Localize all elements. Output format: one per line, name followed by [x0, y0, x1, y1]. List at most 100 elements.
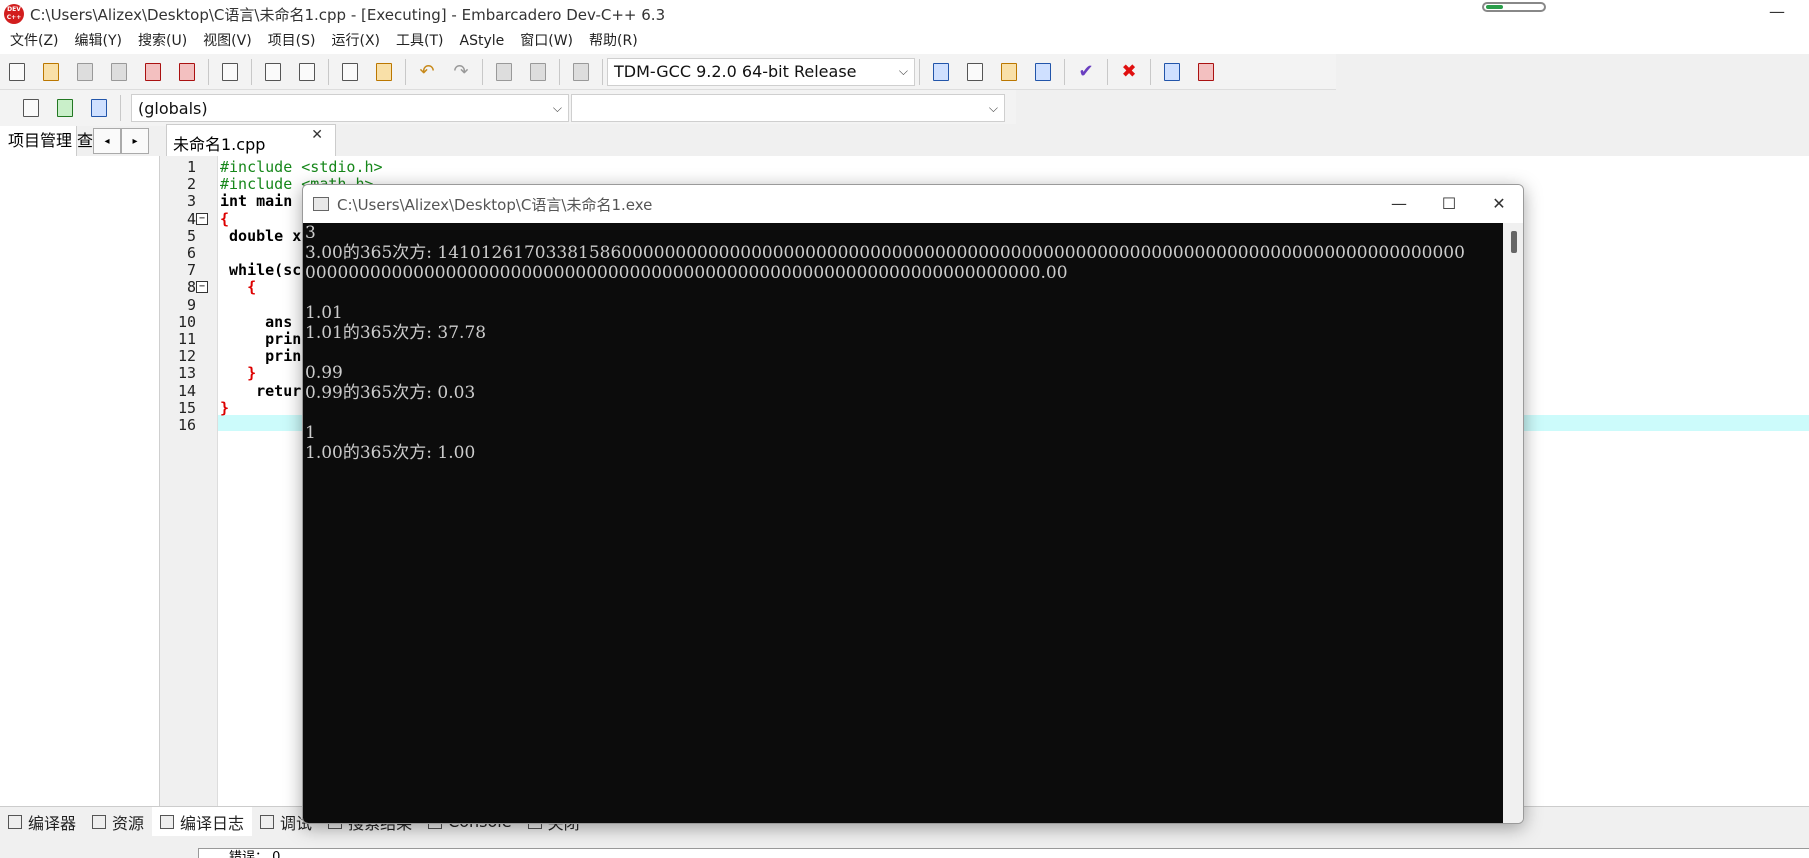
console-close-button[interactable]: ✕ [1479, 191, 1519, 217]
code-line: while(sc [220, 261, 301, 279]
tab-project-manager[interactable]: 项目管理 [0, 126, 78, 156]
console-maximize-button[interactable]: ☐ [1429, 191, 1469, 217]
line-number: 14 [177, 381, 196, 400]
new-project-icon [23, 99, 39, 117]
code-text: while(sc [220, 261, 302, 280]
chevron-down-icon: ⌵ [552, 100, 562, 115]
indent-button[interactable] [335, 57, 365, 87]
add-to-project-button[interactable] [50, 93, 80, 123]
minimize-button[interactable]: — [1762, 2, 1792, 22]
console-app-icon [313, 197, 329, 211]
compile-run-button[interactable] [994, 57, 1024, 87]
console-output-line: 0.99的365次方: 0.03 [305, 383, 476, 403]
toolbar-separator [1150, 58, 1151, 85]
back-button[interactable] [489, 57, 519, 87]
console-output-line: 1.01 [305, 303, 343, 323]
close-all-button[interactable] [172, 57, 202, 87]
tab-resources[interactable]: 资源 [84, 807, 152, 837]
run-button[interactable] [960, 57, 990, 87]
tab-compiler[interactable]: 编译器 [0, 807, 84, 837]
console-scroll-thumb[interactable] [1511, 231, 1517, 253]
chevron-down-icon: ⌵ [898, 64, 908, 78]
delete-chart-icon [1198, 62, 1214, 81]
tab-compile-log[interactable]: 编译日志 [152, 806, 253, 837]
open-file-button[interactable] [36, 57, 66, 87]
compile-icon [933, 62, 949, 81]
project-options-button[interactable] [84, 93, 114, 123]
menu-search[interactable]: 搜索(U) [130, 28, 195, 54]
stop-execution-button[interactable]: ✖ [1114, 57, 1144, 87]
menu-run[interactable]: 运行(X) [324, 28, 389, 54]
replace-button[interactable] [292, 57, 322, 87]
tab-class-view[interactable]: 查看类 [77, 126, 93, 156]
error-count: 错误： 0 [198, 848, 1809, 858]
menu-astyle[interactable]: AStyle [452, 28, 513, 54]
line-number: 10 [177, 312, 196, 331]
redo-button[interactable]: ↷ [446, 57, 476, 87]
fold-toggle-icon[interactable]: − [196, 281, 208, 294]
rebuild-all-icon [1035, 62, 1051, 81]
console-output-line: 1.00的365次方: 1.00 [305, 443, 476, 463]
back-icon [496, 62, 512, 81]
menu-tools[interactable]: 工具(T) [388, 28, 451, 54]
menu-window[interactable]: 窗口(W) [512, 28, 581, 54]
line-number: 11 [177, 330, 196, 348]
globals-select-value: (globals) [138, 98, 208, 118]
close-icon[interactable]: ✕ [311, 127, 323, 143]
line-number: 7 [186, 261, 196, 280]
bookmark-icon [573, 62, 589, 81]
print-button[interactable] [215, 57, 245, 87]
forward-button[interactable] [523, 57, 553, 87]
line-number: 1 [186, 158, 196, 176]
compiler-select[interactable]: TDM-GCC 9.2.0 64-bit Release ⌵ [607, 57, 915, 86]
menu-view[interactable]: 视图(V) [195, 28, 260, 54]
code-line: ans [220, 313, 292, 331]
code-text: double x [220, 226, 302, 245]
toolbar-separator [328, 58, 329, 85]
fold-toggle-icon[interactable]: − [196, 212, 208, 225]
menu-edit[interactable]: 编辑(Y) [67, 28, 130, 54]
project-tree-panel[interactable] [0, 156, 160, 806]
find-button[interactable] [258, 57, 288, 87]
close-file-button[interactable] [138, 57, 168, 87]
new-file-button[interactable] [2, 57, 32, 87]
globals-select[interactable]: (globals) ⌵ [131, 94, 569, 122]
tab-scroll-right-button[interactable]: ▸ [121, 128, 150, 154]
code-line: retur [220, 382, 301, 400]
goto-line-icon [376, 62, 392, 81]
save-all-button[interactable] [104, 57, 134, 87]
rebuild-all-button[interactable] [1028, 57, 1058, 87]
code-text: { [220, 278, 257, 297]
main-toolbar: ↶ ↷ TDM-GCC 9.2.0 64-bit Release ⌵ ✔ ✖ [0, 54, 1336, 90]
debug-button[interactable]: ✔ [1071, 57, 1101, 87]
class-toolbar: (globals) ⌵ ⌵ [0, 90, 1016, 126]
console-scrollbar[interactable] [1503, 223, 1523, 823]
menu-file[interactable]: 文件(Z) [2, 28, 67, 54]
menu-help[interactable]: 帮助(R) [581, 28, 646, 54]
check-icon: ✔ [1078, 60, 1094, 82]
console-output-line: 1.01的365次方: 37.78 [305, 323, 487, 343]
console-output[interactable]: 3 3.00的365次方: 141012617033815860000000000… [303, 223, 1503, 823]
tab-untitled1-cpp[interactable]: 未命名1.cpp ✕ [166, 124, 336, 156]
menu-project[interactable]: 项目(S) [260, 28, 324, 54]
preprocessor-directive: #include <stdio.h> [220, 158, 383, 176]
profile-button[interactable] [1157, 57, 1187, 87]
save-button[interactable] [70, 57, 100, 87]
editor-tab-label: 未命名1.cpp [173, 135, 266, 154]
tab-scroll-left-button[interactable]: ◂ [93, 128, 122, 154]
compile-button[interactable] [926, 57, 956, 87]
bookmark-button[interactable] [566, 57, 596, 87]
member-select[interactable]: ⌵ [571, 94, 1005, 122]
console-title-bar: C:\Users\Alizex\Desktop\C语言\未命名1.exe — ☐… [303, 185, 1523, 223]
code-text: int main [220, 192, 293, 211]
left-panel-tabs: 项目管理 查看类 ◂ ▸ [0, 126, 164, 156]
undo-button[interactable]: ↶ [412, 57, 442, 87]
bottom-tab-label: 编译日志 [180, 813, 245, 833]
goto-line-button[interactable] [369, 57, 399, 87]
delete-profile-button[interactable] [1191, 57, 1221, 87]
code-text: } [220, 398, 230, 417]
console-output-line: 3 [305, 223, 316, 243]
new-project-button[interactable] [16, 93, 46, 123]
console-window[interactable]: C:\Users\Alizex\Desktop\C语言\未命名1.exe — ☐… [302, 184, 1524, 824]
console-minimize-button[interactable]: — [1379, 191, 1419, 217]
